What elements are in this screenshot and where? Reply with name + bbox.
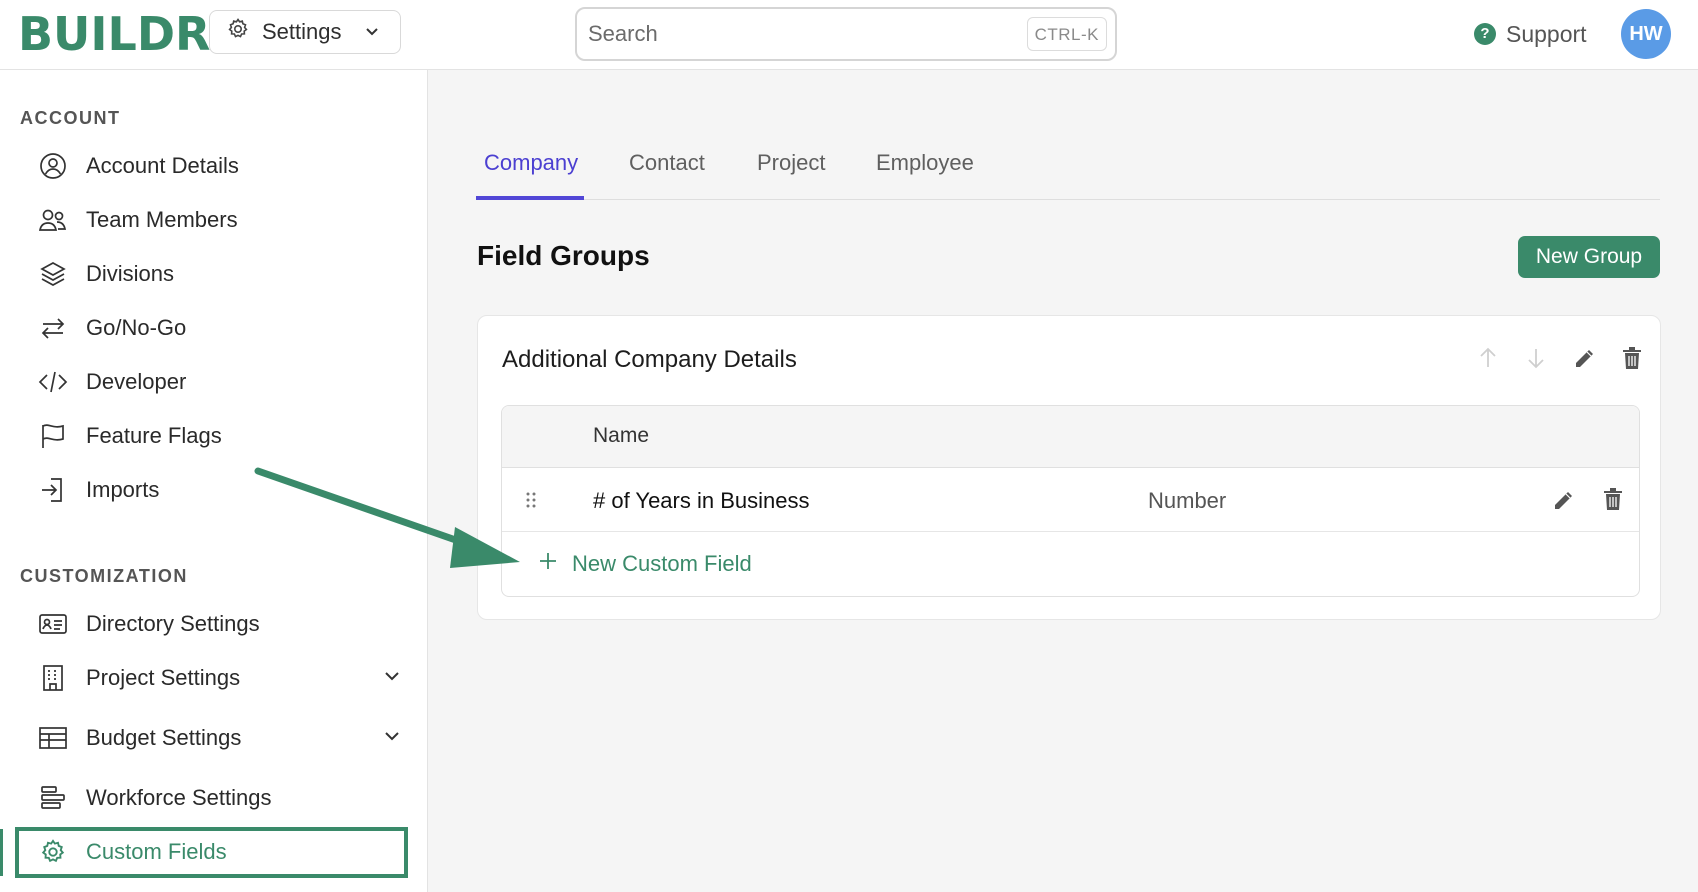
- table-row: # of Years in Business Number: [502, 468, 1639, 532]
- flag-icon: [36, 419, 70, 453]
- tab-contact[interactable]: Contact: [629, 150, 705, 176]
- sidebar-item-label: Project Settings: [86, 665, 241, 690]
- custom-fields-table: Name # of Years in Business Number New C…: [501, 405, 1640, 597]
- table-icon: [36, 721, 70, 755]
- chevron-down-icon[interactable]: [382, 666, 402, 692]
- sidebar-item-label: Imports: [86, 477, 160, 502]
- app-logo[interactable]: BUILDR: [18, 8, 210, 60]
- active-indicator: [0, 829, 3, 876]
- sidebar-item-project-settings[interactable]: Project Settings: [36, 658, 399, 698]
- id-card-icon: [36, 607, 70, 641]
- top-header: BUILDR Settings Search CTRL-K ? Support …: [0, 0, 1698, 70]
- sidebar-item-label: Go/No-Go: [86, 315, 187, 340]
- layers-icon: [36, 257, 70, 291]
- annotation-arrow-icon: [254, 467, 520, 568]
- sidebar-item-custom-fields[interactable]: Custom Fields: [36, 832, 227, 872]
- tab-employee[interactable]: Employee: [876, 150, 974, 176]
- new-group-button[interactable]: New Group: [1518, 236, 1660, 278]
- delete-field-icon[interactable]: [1602, 487, 1624, 516]
- sidebar-item-label: Custom Fields: [86, 839, 227, 864]
- sidebar-item-budget-settings[interactable]: Budget Settings: [36, 718, 399, 758]
- section-title-account: ACCOUNT: [20, 108, 121, 128]
- field-type: Number: [1148, 488, 1227, 513]
- sidebar-item-label: Account Details: [86, 153, 239, 178]
- search-input[interactable]: Search CTRL-K: [575, 7, 1117, 61]
- new-custom-field-button[interactable]: New Custom Field: [538, 551, 752, 577]
- sidebar-item-label: Directory Settings: [86, 611, 260, 636]
- sidebar-item-directory-settings[interactable]: Directory Settings: [36, 604, 260, 644]
- search-shortcut-badge: CTRL-K: [1026, 17, 1107, 51]
- arrow-up-icon[interactable]: [1476, 346, 1500, 375]
- arrow-down-icon[interactable]: [1524, 346, 1548, 375]
- users-icon: [36, 203, 70, 237]
- building-icon: [36, 661, 70, 695]
- column-header-name: Name: [593, 424, 650, 447]
- active-tab-underline: [476, 196, 584, 200]
- search-placeholder: Search: [588, 21, 658, 46]
- sidebar-item-feature-flags[interactable]: Feature Flags: [36, 416, 222, 456]
- field-name: # of Years in Business: [593, 488, 810, 513]
- settings-dropdown[interactable]: Settings: [209, 10, 401, 54]
- table-header: Name: [502, 406, 1639, 468]
- field-group-card: Additional Company Details Name # of Yea…: [477, 315, 1661, 620]
- gear-icon: [36, 835, 70, 869]
- tab-bar: Company Contact Project Employee: [476, 130, 1660, 200]
- chevron-down-icon: [364, 19, 380, 45]
- sidebar-item-divisions[interactable]: Divisions: [36, 254, 174, 294]
- sidebar-item-label: Budget Settings: [86, 725, 242, 750]
- avatar[interactable]: HW: [1621, 9, 1671, 59]
- plus-icon: [538, 551, 558, 577]
- sidebar-item-label: Workforce Settings: [86, 785, 272, 810]
- sidebar-item-go-no-go[interactable]: Go/No-Go: [36, 308, 186, 348]
- page-title: Field Groups: [477, 240, 650, 271]
- chevron-down-icon[interactable]: [382, 726, 402, 752]
- settings-label: Settings: [262, 19, 342, 44]
- gear-icon: [226, 17, 250, 47]
- sidebar-item-label: Developer: [86, 369, 187, 394]
- sidebar-item-team-members[interactable]: Team Members: [36, 200, 238, 240]
- import-icon: [36, 473, 70, 507]
- workforce-icon: [36, 781, 70, 815]
- sidebar-item-imports[interactable]: Imports: [36, 470, 159, 510]
- field-group-title: Additional Company Details: [502, 346, 797, 373]
- tab-project[interactable]: Project: [757, 150, 825, 176]
- sidebar-item-account-details[interactable]: Account Details: [36, 146, 239, 186]
- new-custom-field-label: New Custom Field: [572, 551, 752, 576]
- tab-company[interactable]: Company: [484, 150, 578, 176]
- code-icon: [36, 365, 70, 399]
- sidebar-item-label: Feature Flags: [86, 423, 222, 448]
- sidebar-item-label: Team Members: [86, 207, 238, 232]
- arrows-exchange-icon: [36, 311, 70, 345]
- delete-group-icon[interactable]: [1621, 346, 1643, 375]
- sidebar-item-developer[interactable]: Developer: [36, 362, 186, 402]
- user-circle-icon: [36, 149, 70, 183]
- sidebar-item-label: Divisions: [86, 261, 175, 286]
- section-title-customization: CUSTOMIZATION: [20, 566, 188, 586]
- support-label: Support: [1506, 20, 1587, 47]
- edit-field-icon[interactable]: [1552, 488, 1576, 517]
- sidebar-item-workforce-settings[interactable]: Workforce Settings: [36, 778, 271, 818]
- help-icon: ?: [1474, 23, 1496, 45]
- support-link[interactable]: ? Support: [1474, 18, 1587, 50]
- edit-group-icon[interactable]: [1573, 346, 1597, 375]
